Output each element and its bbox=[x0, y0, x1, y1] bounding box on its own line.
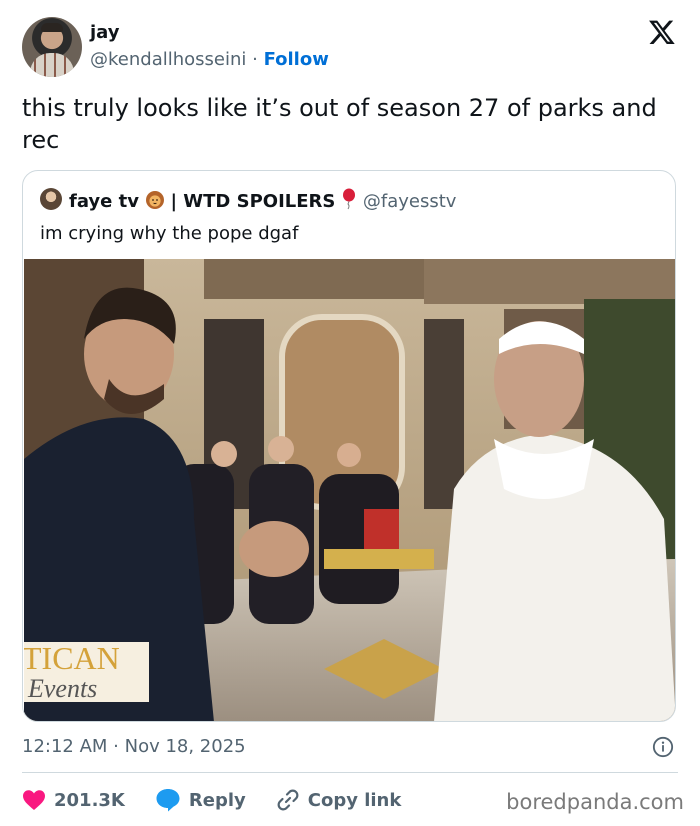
lion-emoji-icon bbox=[145, 191, 164, 209]
quote-handle[interactable]: @fayesstv bbox=[363, 191, 457, 212]
reply-button[interactable]: Reply bbox=[155, 788, 246, 812]
follow-button[interactable]: Follow bbox=[264, 49, 329, 70]
link-icon bbox=[277, 789, 299, 811]
x-logo-icon[interactable] bbox=[648, 18, 676, 46]
quote-header: faye tv | WTD SPOILERS @fayesstv bbox=[69, 188, 456, 212]
tweet-actions: 201.3K Reply Copy link bbox=[22, 787, 401, 813]
copy-link-label: Copy link bbox=[307, 789, 402, 811]
like-count: 201.3K bbox=[54, 789, 125, 811]
copy-link-button[interactable]: Copy link bbox=[276, 788, 402, 812]
photo-scene: TICAN Events bbox=[24, 259, 675, 721]
author-handle[interactable]: @kendallhosseini bbox=[90, 49, 246, 70]
watermark: boredpanda.com bbox=[506, 790, 684, 814]
handle-separator: · bbox=[246, 49, 264, 70]
quote-avatar[interactable] bbox=[40, 188, 62, 210]
reply-label: Reply bbox=[188, 789, 246, 811]
author-display-name[interactable]: jay bbox=[90, 22, 120, 43]
author-handle-line: @kendallhosseini · Follow bbox=[90, 49, 329, 70]
quote-name-suffix: | WTD SPOILERS bbox=[170, 191, 336, 212]
photo-caption-line2: Events bbox=[27, 674, 97, 703]
tweet-card: jay @kendallhosseini · Follow this truly… bbox=[0, 0, 700, 826]
heart-icon bbox=[23, 790, 45, 810]
reply-icon bbox=[156, 789, 180, 812]
quote-text: im crying why the pope dgaf bbox=[40, 223, 299, 244]
like-button[interactable]: 201.3K bbox=[22, 789, 125, 811]
quoted-tweet[interactable]: faye tv | WTD SPOILERS @fayesstv im cryi… bbox=[22, 170, 676, 722]
tweet-text: this truly looks like it’s out of season… bbox=[22, 94, 657, 154]
balloon-emoji-icon bbox=[343, 188, 356, 210]
quote-display-name[interactable]: faye tv bbox=[69, 191, 139, 212]
quote-photo[interactable]: TICAN Events bbox=[24, 259, 675, 721]
divider bbox=[22, 772, 678, 773]
photo-caption-line1: TICAN bbox=[24, 640, 120, 676]
avatar-hair bbox=[41, 23, 63, 32]
author-avatar[interactable] bbox=[22, 17, 82, 77]
info-icon[interactable] bbox=[652, 736, 674, 758]
tweet-timestamp[interactable]: 12:12 AM · Nov 18, 2025 bbox=[22, 736, 246, 757]
avatar-shirt bbox=[30, 53, 74, 77]
